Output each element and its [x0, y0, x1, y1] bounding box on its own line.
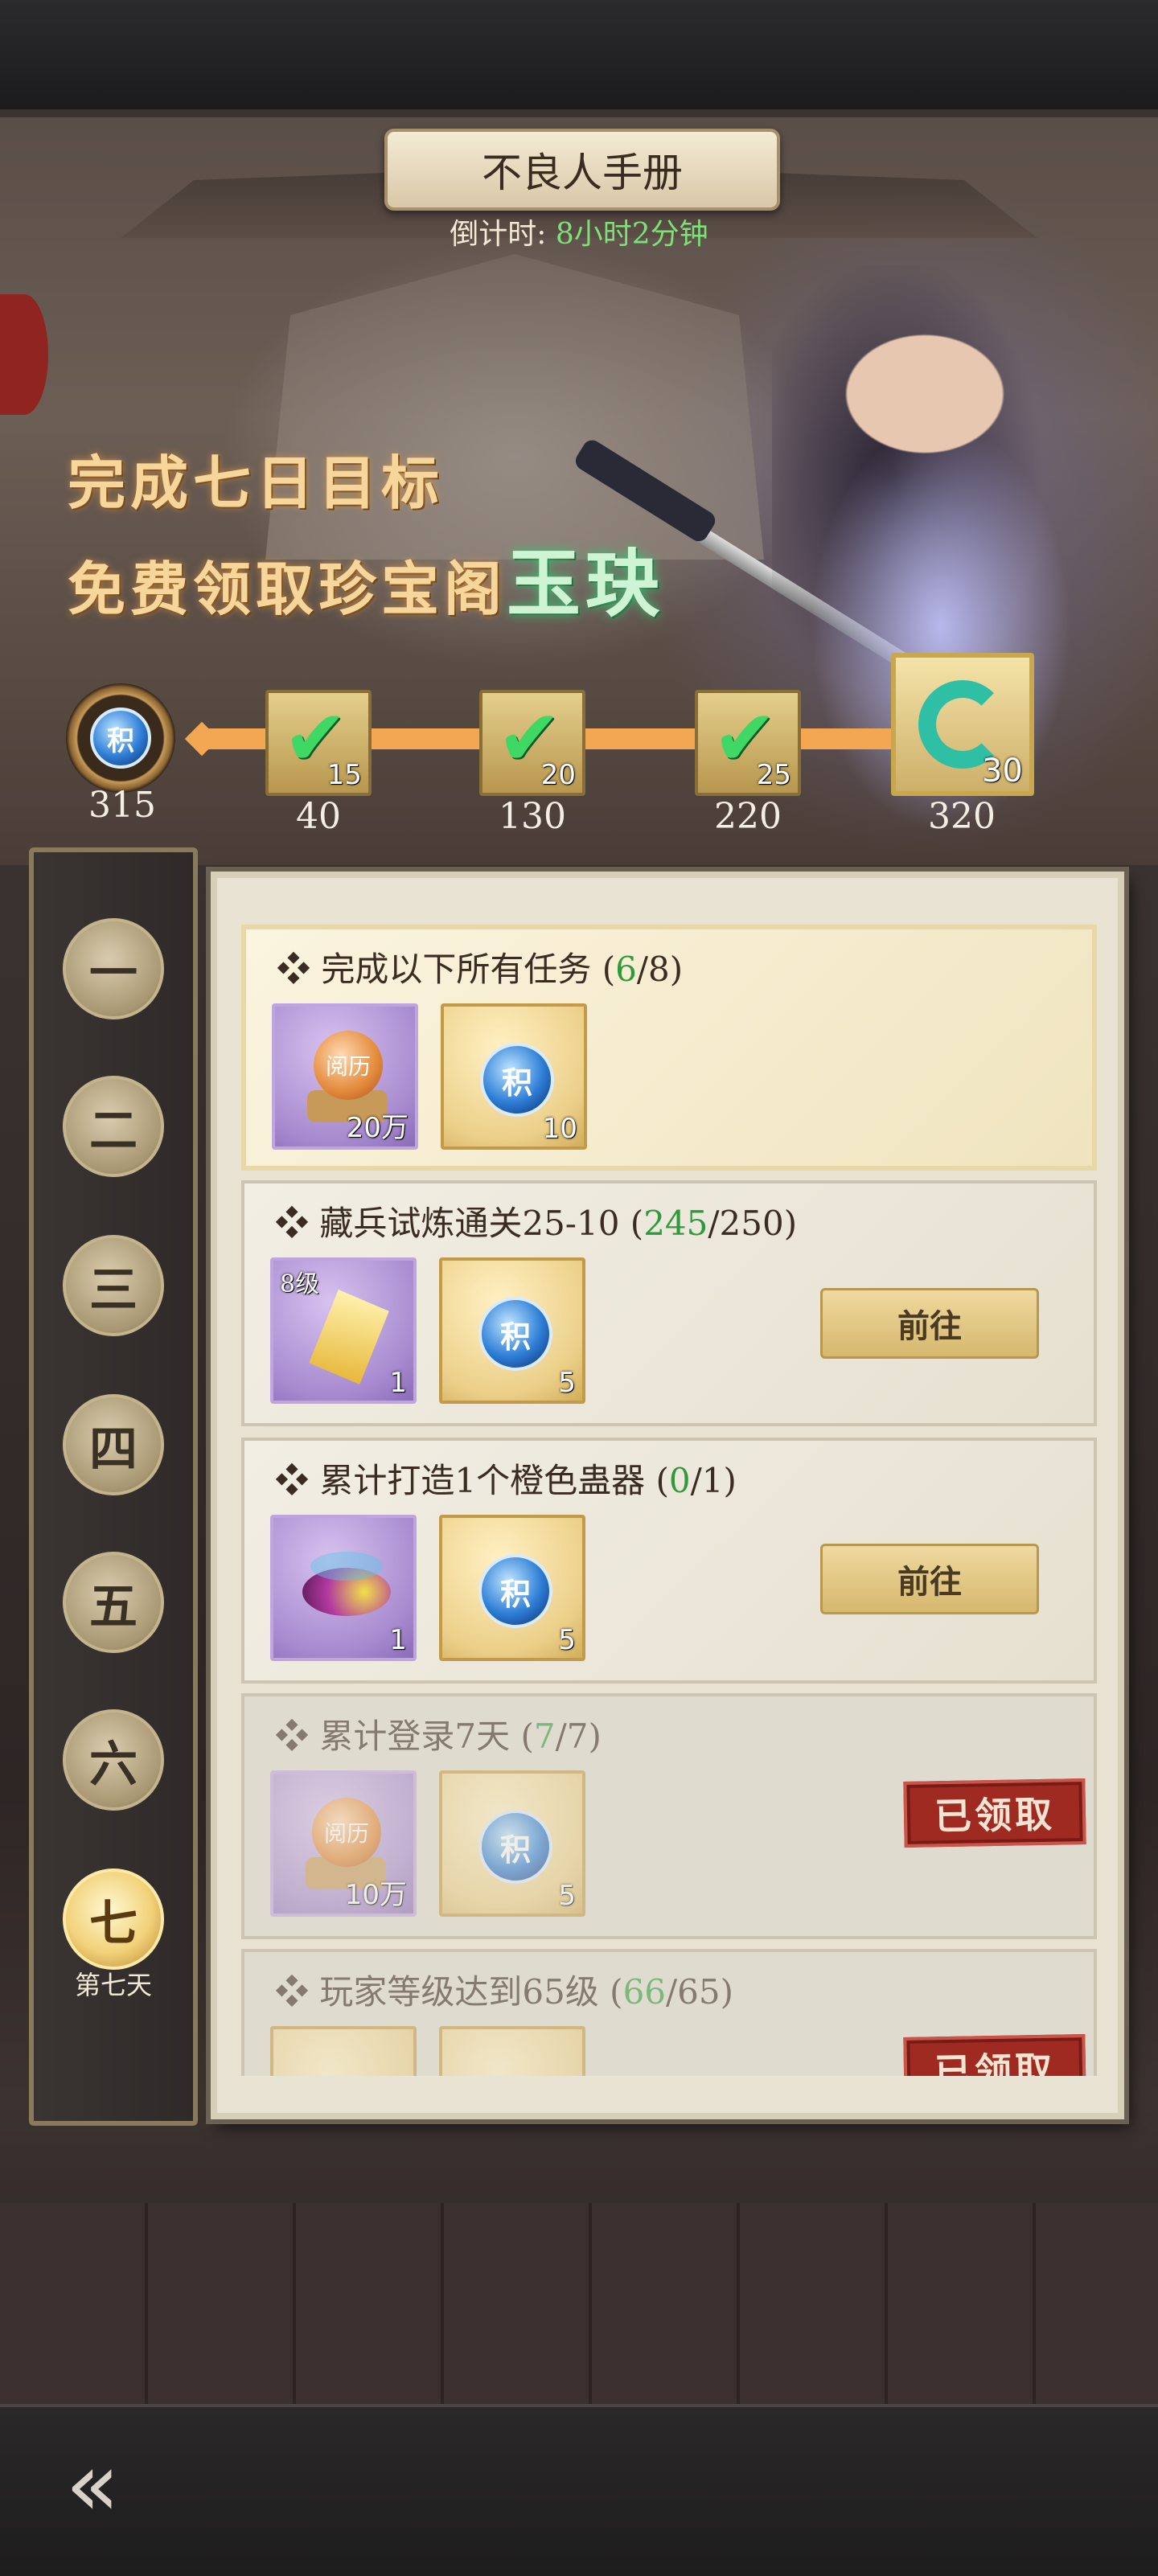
task-title-text: 累计登录7天 — [319, 1717, 511, 1756]
reward-qty: 5 — [558, 1624, 576, 1656]
points-badge: 积 — [66, 683, 175, 793]
page-title: 不良人手册 — [384, 129, 780, 211]
yueli-orb-icon: 阅历 — [314, 1031, 383, 1100]
task-list[interactable]: ❖ 完成以下所有任务 (6/8) 阅历 20万 积 10 ❖ 藏兵试炼通关25-… — [241, 878, 1097, 2076]
task-panel: ❖ 完成以下所有任务 (6/8) 阅历 20万 积 10 ❖ 藏兵试炼通关25-… — [211, 872, 1124, 2119]
tab-day-5[interactable]: 五 — [63, 1552, 164, 1653]
task-title: ❖ 累计登录7天 (7/7) — [275, 1717, 602, 1756]
points-coin-icon: 积 — [478, 1810, 552, 1884]
reward-points-icon[interactable]: 积 10 — [441, 1003, 587, 1150]
task-title-text: 玩家等级达到65级 — [319, 1972, 599, 2012]
banner-headline-2-highlight: 玉玦 — [507, 540, 665, 627]
back-arrow-icon[interactable]: « — [24, 2428, 161, 2541]
task-progress-total: 8 — [648, 950, 670, 989]
reward-points-icon[interactable]: 积 5 — [439, 1515, 585, 1661]
reward-points-icon[interactable]: 积 5 — [439, 1770, 585, 1917]
points-coin-icon: 积 — [480, 1043, 554, 1117]
task-title: ❖ 藏兵试炼通关25-10 (245/250) — [275, 1204, 798, 1243]
milestone-chest-2[interactable]: ✔ 20 — [479, 690, 585, 796]
task-progress-total: 250 — [719, 1204, 784, 1243]
task-progress-total: 1 — [701, 1461, 724, 1500]
tab-day-7[interactable]: 七 — [63, 1868, 164, 1970]
task-card-4: ❖ 累计登录7天 (7/7) 阅历 10万 积 5 已领取 — [241, 1693, 1097, 1939]
gold-token-icon — [306, 1286, 391, 1387]
milestone-count: 25 — [756, 759, 791, 791]
bottom-bar — [0, 2404, 1158, 2576]
milestone-chest-4[interactable]: 30 — [891, 653, 1034, 796]
tab-day-3[interactable]: 三 — [63, 1235, 164, 1336]
task-card-2: ❖ 藏兵试炼通关25-10 (245/250) 8级 1 积 5 前往 — [241, 1180, 1097, 1426]
milestone-chest-1[interactable]: ✔ 15 — [265, 690, 372, 796]
reward-qty: 5 — [558, 1880, 576, 1912]
task-card-1: ❖ 完成以下所有任务 (6/8) 阅历 20万 积 10 — [241, 925, 1097, 1171]
milestone-count: 20 — [540, 759, 576, 791]
points-coin-icon: 积 — [478, 1297, 552, 1371]
reward-level: 8级 — [280, 1270, 320, 1298]
milestone-count: 15 — [326, 759, 362, 791]
task-progress-done: 7 — [533, 1717, 556, 1756]
reward-qty: 10万 — [344, 1879, 407, 1911]
yueli-orb-icon: 阅历 — [312, 1798, 381, 1867]
tab-day-4[interactable]: 四 — [63, 1394, 164, 1495]
task-title-text: 藏兵试炼通关25-10 — [319, 1204, 620, 1243]
milestone-chest-3[interactable]: ✔ 25 — [695, 690, 801, 796]
countdown-label: 倒计时: — [450, 218, 556, 251]
points-coin-icon: 积 — [90, 708, 151, 769]
claimed-stamp: 已领取 — [903, 1778, 1086, 1848]
reward-qty: 1 — [389, 1367, 407, 1399]
tab-day-6[interactable]: 六 — [63, 1709, 164, 1811]
reward-item-icon[interactable] — [270, 2026, 417, 2076]
reward-points-icon[interactable] — [439, 2026, 585, 2076]
points-coin-icon: 积 — [478, 1554, 552, 1628]
milestone-label-1: 40 — [296, 796, 341, 837]
countdown: 倒计时: 8小时2分钟 — [0, 211, 1158, 252]
milestone-label-3: 220 — [714, 796, 782, 837]
reward-qty: 5 — [558, 1367, 576, 1399]
background-planks — [0, 2203, 1158, 2412]
tab-day-1[interactable]: 一 — [63, 918, 164, 1019]
task-title: ❖ 玩家等级达到65级 (66/65) — [275, 1972, 734, 2012]
reward-qty: 10 — [542, 1113, 577, 1145]
task-progress-done: 0 — [668, 1461, 691, 1500]
task-progress-total: 7 — [566, 1717, 589, 1756]
reward-qty: 1 — [389, 1624, 407, 1656]
task-progress-done: 66 — [622, 1972, 667, 2012]
day-tabs: 一 二 三 四 五 六 七 — [29, 847, 198, 2126]
reward-qty: 20万 — [346, 1112, 409, 1144]
red-seal-decoration — [0, 294, 48, 415]
reward-yueli-icon[interactable]: 阅历 10万 — [270, 1770, 417, 1917]
task-title: ❖ 完成以下所有任务 (6/8) — [277, 950, 684, 989]
goto-button[interactable]: 前往 — [820, 1544, 1039, 1614]
task-title-text: 累计打造1个橙色蛊器 — [319, 1461, 646, 1500]
top-divider — [0, 109, 1158, 117]
reward-insect-icon[interactable]: 1 — [270, 1515, 417, 1661]
goto-button[interactable]: 前往 — [820, 1288, 1039, 1359]
reward-points-icon[interactable]: 积 5 — [439, 1257, 585, 1404]
banner-headline-2-prefix: 免费领取珍宝阁 — [68, 555, 507, 623]
current-points: 315 — [88, 785, 156, 826]
task-card-3: ❖ 累计打造1个橙色蛊器 (0/1) 1 积 5 前往 — [241, 1438, 1097, 1684]
claimed-stamp: 已领取 — [903, 2034, 1086, 2076]
countdown-value: 8小时2分钟 — [555, 218, 708, 251]
milestone-label-2: 130 — [499, 796, 566, 837]
active-day-caption: 第七天 — [74, 1970, 152, 2000]
task-progress-done: 245 — [643, 1204, 708, 1243]
task-title-text: 完成以下所有任务 — [321, 950, 592, 989]
reward-token-icon[interactable]: 8级 1 — [270, 1257, 417, 1404]
top-bar — [0, 0, 1158, 113]
task-progress-done: 6 — [615, 950, 637, 989]
milestone-label-4: 320 — [928, 796, 996, 837]
task-progress-total: 65 — [677, 1972, 721, 2012]
tab-day-2[interactable]: 二 — [63, 1076, 164, 1177]
milestone-count: 30 — [982, 753, 1023, 790]
reward-yueli-icon[interactable]: 阅历 20万 — [272, 1003, 418, 1150]
task-card-5: ❖ 玩家等级达到65级 (66/65) 已领取 — [241, 1949, 1097, 2076]
banner-headline-1: 完成七日目标 — [68, 449, 445, 517]
task-title: ❖ 累计打造1个橙色蛊器 (0/1) — [275, 1461, 737, 1500]
beetle-icon — [302, 1552, 391, 1616]
banner-headline-2: 免费领取珍宝阁玉玦 — [68, 524, 664, 631]
